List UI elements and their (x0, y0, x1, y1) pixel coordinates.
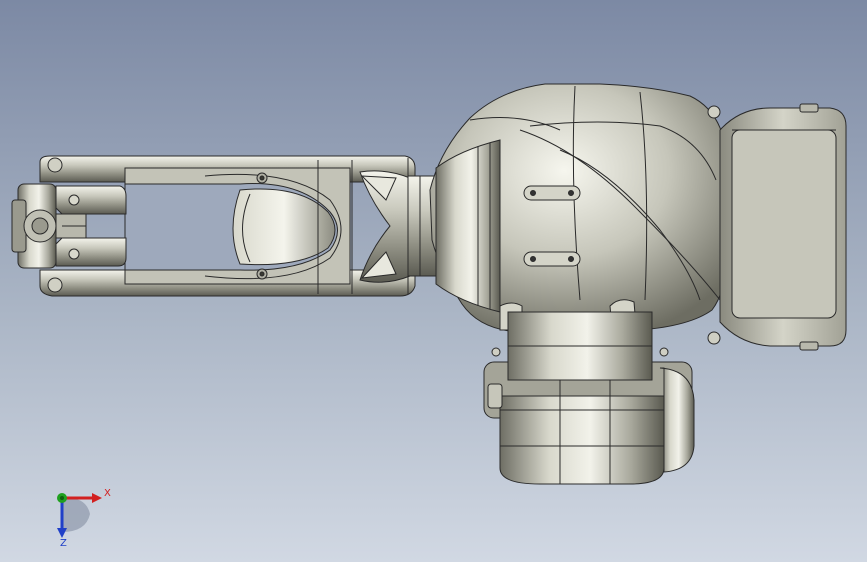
z-axis-label: Z (60, 538, 67, 546)
robot-arm-model[interactable] (0, 0, 867, 562)
elbow-joint (359, 170, 439, 283)
motor-cover (719, 103, 847, 351)
axis-triad[interactable]: X Z (46, 480, 116, 546)
z-arrow-icon (57, 528, 67, 538)
shoulder-housing (429, 83, 730, 345)
triad-shadow-icon (62, 497, 90, 532)
x-arrow-icon (92, 493, 102, 503)
x-axis-label: X (104, 488, 111, 499)
cad-viewport[interactable]: X Z (0, 0, 867, 562)
robot-base (483, 311, 695, 485)
triad-origin-icon (60, 496, 64, 500)
wrist-flange (11, 183, 127, 269)
forearm-link (39, 155, 416, 297)
